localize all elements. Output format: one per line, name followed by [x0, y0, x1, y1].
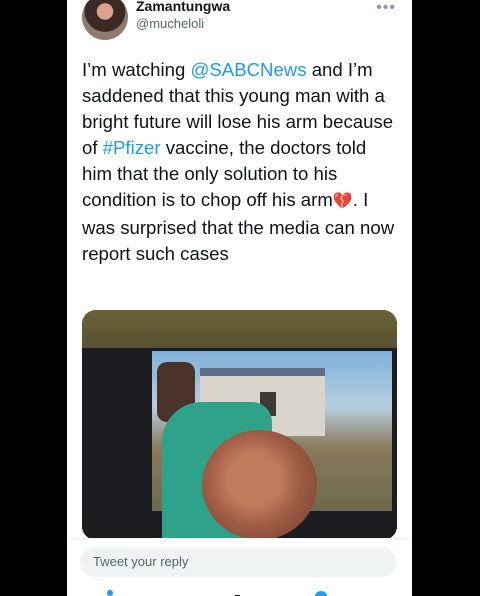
broken-heart-icon: 💔: [332, 193, 353, 210]
tweet-media-image[interactable]: [82, 310, 397, 540]
home-nav-icon[interactable]: [107, 590, 113, 596]
user-handle[interactable]: @mucheloli: [136, 16, 204, 31]
tweet-card: Zamantungwa @mucheloli ••• I’m watching …: [67, 0, 412, 596]
mention-link[interactable]: @SABCNews: [191, 59, 307, 80]
reply-bar: Tweet your reply: [67, 538, 412, 596]
hashtag-link[interactable]: #Pfizer: [103, 137, 161, 158]
tweet-text-part: I’m watching: [82, 59, 191, 80]
display-name[interactable]: Zamantungwa: [136, 0, 230, 14]
tweet-text: I’m watching @SABCNews and I’m saddened …: [82, 57, 400, 267]
avatar[interactable]: [82, 0, 128, 40]
reply-input[interactable]: Tweet your reply: [80, 547, 396, 577]
media-elbow: [202, 430, 317, 540]
more-options-icon[interactable]: •••: [376, 0, 396, 17]
notifications-nav-icon[interactable]: [315, 591, 327, 596]
